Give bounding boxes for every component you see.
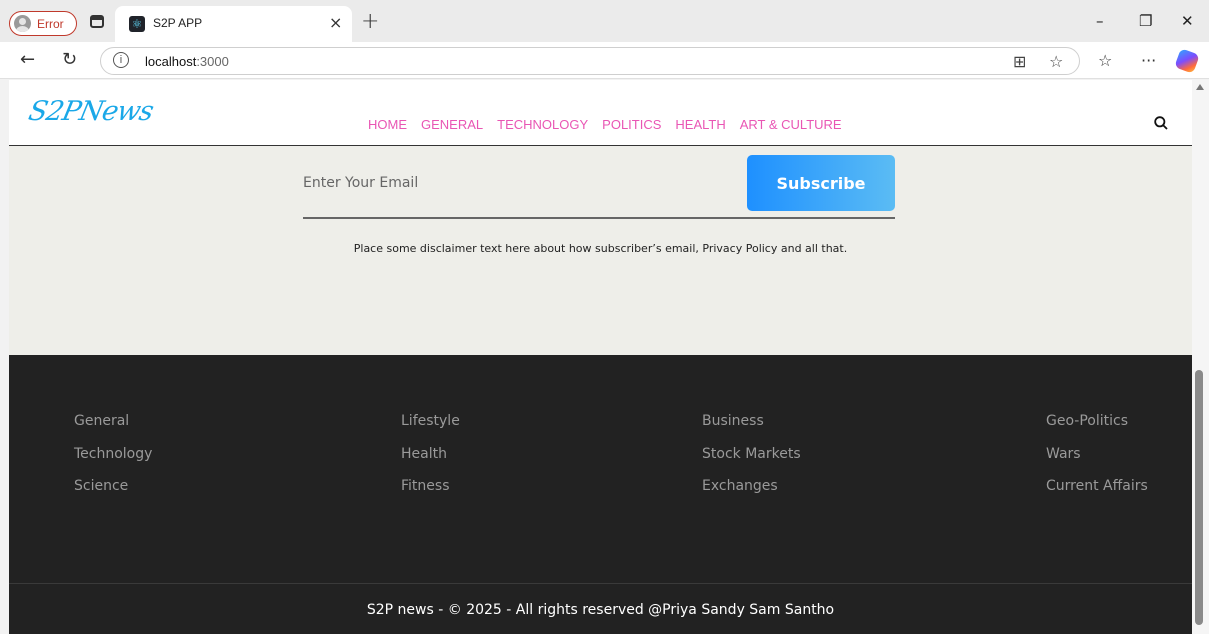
search-icon[interactable] bbox=[1154, 116, 1168, 130]
minimize-button[interactable]: – bbox=[1096, 12, 1104, 30]
address-toolbar: ← ↻ i localhost:3000 ⊞ ☆ ☆ ··· bbox=[0, 42, 1209, 79]
favorites-list-icon[interactable]: ☆ bbox=[1098, 51, 1112, 70]
more-menu-icon[interactable]: ··· bbox=[1141, 51, 1156, 70]
tab-title: S2P APP bbox=[153, 16, 203, 30]
refresh-icon[interactable]: ↻ bbox=[62, 49, 77, 70]
disclaimer-text: Place some disclaimer text here about ho… bbox=[353, 242, 848, 255]
footer-column-3: Business Stock Markets Exchanges bbox=[702, 411, 801, 509]
site-header: S2PNews HOME GENERAL TECHNOLOGY POLITICS… bbox=[9, 80, 1192, 146]
footer-link-current-affairs[interactable]: Current Affairs bbox=[1046, 476, 1148, 509]
email-input[interactable] bbox=[303, 175, 743, 191]
footer-link-stock-markets[interactable]: Stock Markets bbox=[702, 444, 801, 477]
copyright-text: S2P news - © 2025 - All rights reserved … bbox=[366, 602, 835, 618]
footer-column-1: General Technology Science bbox=[74, 411, 152, 509]
tab-close-icon[interactable]: × bbox=[329, 13, 342, 32]
browser-tab-active[interactable]: ⚛ S2P APP × bbox=[115, 6, 352, 42]
nav-health[interactable]: HEALTH bbox=[675, 117, 725, 132]
site-info-icon[interactable]: i bbox=[113, 52, 129, 68]
browser-tab-bar: Error ⚛ S2P APP × + – ❐ ✕ bbox=[0, 0, 1209, 42]
footer-link-business[interactable]: Business bbox=[702, 411, 801, 444]
app-available-icon[interactable]: ⊞ bbox=[1013, 52, 1026, 71]
footer-column-4: Geo-Politics Wars Current Affairs bbox=[1046, 411, 1148, 509]
close-window-button[interactable]: ✕ bbox=[1181, 12, 1194, 30]
nav-politics[interactable]: POLITICS bbox=[602, 117, 661, 132]
new-tab-button[interactable]: + bbox=[361, 9, 379, 34]
main-navigation: HOME GENERAL TECHNOLOGY POLITICS HEALTH … bbox=[368, 117, 842, 132]
footer-link-wars[interactable]: Wars bbox=[1046, 444, 1148, 477]
scroll-thumb[interactable] bbox=[1195, 370, 1203, 625]
address-bar[interactable]: i localhost:3000 ⊞ ☆ bbox=[100, 47, 1080, 75]
footer-link-fitness[interactable]: Fitness bbox=[401, 476, 460, 509]
scroll-up-arrow-icon[interactable] bbox=[1196, 84, 1204, 90]
footer-link-exchanges[interactable]: Exchanges bbox=[702, 476, 801, 509]
profile-status-label: Error bbox=[37, 16, 64, 31]
email-underline bbox=[303, 217, 895, 219]
page-scrollbar[interactable] bbox=[1192, 80, 1209, 634]
footer-link-technology[interactable]: Technology bbox=[74, 444, 152, 477]
site-logo[interactable]: S2PNews bbox=[26, 96, 156, 127]
nav-home[interactable]: HOME bbox=[368, 117, 407, 132]
nav-general[interactable]: GENERAL bbox=[421, 117, 483, 132]
page-viewport: S2PNews HOME GENERAL TECHNOLOGY POLITICS… bbox=[9, 80, 1192, 634]
profile-button[interactable]: Error bbox=[9, 11, 77, 36]
footer-link-lifestyle[interactable]: Lifestyle bbox=[401, 411, 460, 444]
footer-column-2: Lifestyle Health Fitness bbox=[401, 411, 460, 509]
newsletter-section: Subscribe Place some disclaimer text her… bbox=[9, 146, 1192, 355]
react-favicon-icon: ⚛ bbox=[129, 16, 145, 32]
nav-art-culture[interactable]: ART & CULTURE bbox=[740, 117, 842, 132]
footer-link-geo-politics[interactable]: Geo-Politics bbox=[1046, 411, 1148, 444]
restore-button[interactable]: ❐ bbox=[1139, 12, 1152, 30]
footer-link-science[interactable]: Science bbox=[74, 476, 152, 509]
tab-actions-icon[interactable] bbox=[90, 15, 104, 28]
nav-technology[interactable]: TECHNOLOGY bbox=[497, 117, 588, 132]
profile-avatar-icon bbox=[14, 15, 31, 32]
footer-link-health[interactable]: Health bbox=[401, 444, 460, 477]
footer-divider bbox=[9, 583, 1192, 584]
footer-link-general[interactable]: General bbox=[74, 411, 152, 444]
back-arrow-icon[interactable]: ← bbox=[20, 49, 35, 70]
url-text[interactable]: localhost:3000 bbox=[145, 54, 229, 69]
subscribe-button[interactable]: Subscribe bbox=[747, 155, 895, 211]
site-footer: General Technology Science Lifestyle Hea… bbox=[9, 355, 1192, 634]
favorite-star-icon[interactable]: ☆ bbox=[1049, 52, 1063, 71]
